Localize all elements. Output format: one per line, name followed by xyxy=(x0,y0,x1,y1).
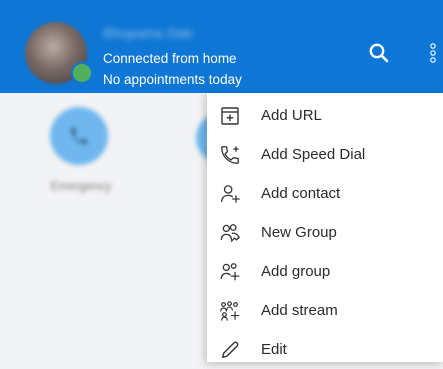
menu-item-edit[interactable]: Edit xyxy=(207,330,443,369)
menu-item-label: New Group xyxy=(261,224,337,241)
search-icon xyxy=(369,43,389,63)
emergency-tile-label: Emergency xyxy=(50,179,112,193)
menu-item-label: Add group xyxy=(261,263,331,280)
connection-status: Connected from home xyxy=(103,51,237,66)
add-group-icon xyxy=(218,260,242,284)
appointments-status: No appointments today xyxy=(103,72,242,87)
new-group-icon xyxy=(218,221,242,245)
menu-item-label: Add Speed Dial xyxy=(261,146,366,163)
menu-item-new-group[interactable]: New Group xyxy=(207,213,443,252)
menu-item-add-speed-dial[interactable]: Add Speed Dial xyxy=(207,135,443,174)
menu-item-label: Add stream xyxy=(261,302,338,319)
app-header: Bhupama Dab Connected from home No appoi… xyxy=(0,0,443,93)
speed-dial-icon xyxy=(218,143,242,167)
menu-item-add-group[interactable]: Add group xyxy=(207,252,443,291)
user-name: Bhupama Dab xyxy=(103,25,193,41)
menu-item-label: Add contact xyxy=(261,185,341,202)
phone-icon xyxy=(70,127,88,145)
menu-item-label: Add URL xyxy=(261,107,322,124)
add-url-icon xyxy=(218,104,242,128)
search-button[interactable] xyxy=(368,42,390,64)
add-stream-icon xyxy=(218,299,242,323)
more-options-button[interactable] xyxy=(428,40,438,68)
menu-item-add-contact[interactable]: Add contact xyxy=(207,174,443,213)
presence-indicator xyxy=(71,62,93,84)
menu-item-add-stream[interactable]: Add stream xyxy=(207,291,443,330)
menu-item-label: Edit xyxy=(261,341,287,358)
overflow-menu: Add URL Add Speed Dial Add contact New G… xyxy=(207,93,443,362)
more-vertical-icon xyxy=(430,43,436,63)
add-contact-icon xyxy=(218,182,242,206)
menu-item-add-url[interactable]: Add URL xyxy=(207,96,443,135)
edit-pencil-icon xyxy=(218,338,242,362)
